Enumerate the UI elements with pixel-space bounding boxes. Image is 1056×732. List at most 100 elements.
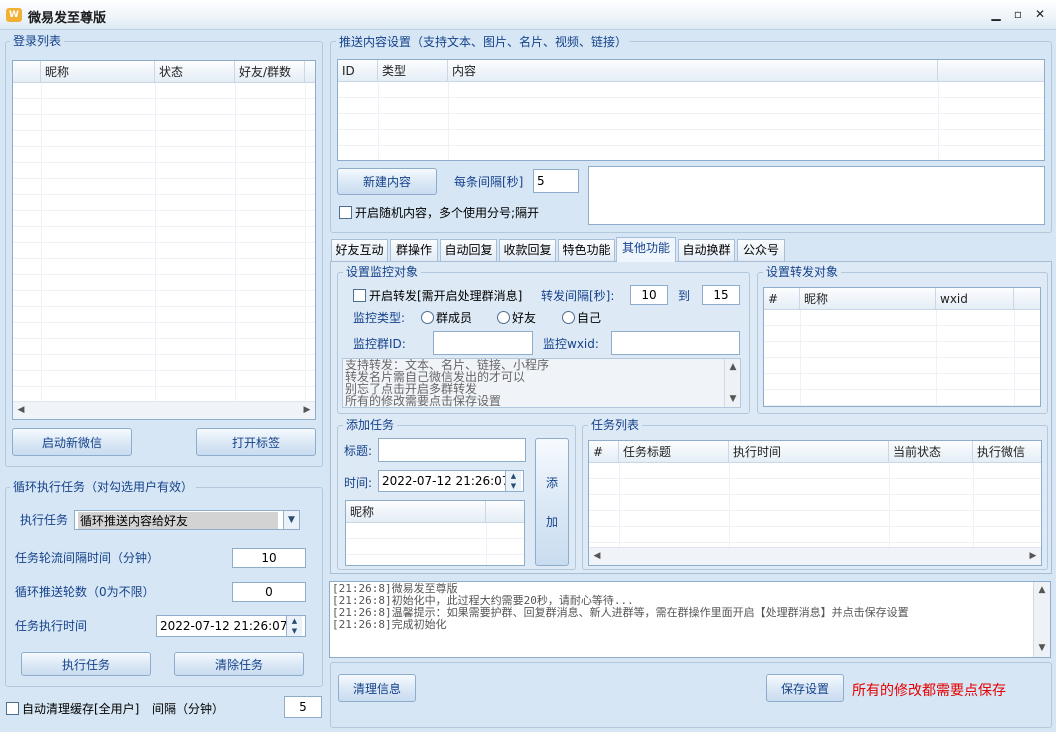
column-header-index[interactable]: # [764, 288, 800, 310]
to-label: 到 [678, 289, 691, 303]
auto-clean-interval-label: 间隔（分钟） [152, 702, 225, 716]
column-header-exec-time[interactable]: 执行时间 [729, 441, 889, 463]
task-list-table[interactable]: # 任务标题 执行时间 当前状态 执行微信 ◀ ▶ [588, 440, 1042, 566]
group-id-input[interactable] [433, 331, 533, 355]
task-time-label-2: 时间: [344, 476, 373, 490]
window-title: 微易发至尊版 [28, 11, 107, 26]
random-content-label: 开启随机内容，多个使用分号;隔开 [355, 206, 540, 220]
task-time-picker[interactable]: 2022-07-12 21:26:07 [156, 615, 306, 637]
radio-group-member[interactable] [421, 311, 434, 324]
add-task-button[interactable]: 添 加 [535, 438, 569, 566]
rounds-label: 循环推送轮数（0为不限） [15, 585, 155, 599]
column-header-status[interactable]: 状态 [155, 61, 235, 83]
push-content-title: 推送内容设置（支持文本、图片、名片、视频、链接） [336, 35, 631, 49]
column-header-exec-wechat[interactable]: 执行微信 [973, 441, 1041, 463]
interval-input[interactable]: 10 [232, 548, 306, 568]
scroll-left-icon[interactable]: ◀ [13, 402, 29, 418]
tab-auto-switch-group[interactable]: 自动换群 [678, 239, 735, 261]
column-header-index[interactable]: # [589, 441, 619, 463]
notes-scrollbar[interactable]: ▲ ▼ [724, 359, 740, 407]
monitor-title: 设置监控对象 [343, 265, 422, 279]
scroll-up-icon[interactable]: ▲ [1034, 582, 1050, 598]
column-header-current-status[interactable]: 当前状态 [889, 441, 973, 463]
log-output[interactable]: [21:26:8]微易发至尊版 [21:26:8]初始化中，此过程大约需要20秒… [329, 581, 1051, 658]
scroll-right-icon[interactable]: ▶ [299, 402, 315, 418]
scroll-up-icon[interactable]: ▲ [725, 359, 741, 375]
open-tag-button[interactable]: 打开标签 [196, 428, 316, 456]
add-task-nick-table[interactable]: 昵称 [345, 500, 525, 566]
start-new-wechat-button[interactable]: 启动新微信 [12, 428, 132, 456]
log-scrollbar[interactable]: ▲ ▼ [1033, 582, 1050, 657]
minimize-icon[interactable]: ▁ [988, 6, 1004, 22]
column-header-content[interactable]: 内容 [448, 60, 938, 82]
column-header-id[interactable]: ID [338, 60, 378, 82]
monitor-notes: 支持转发：文本、名片、链接、小程序 转发名片需自己微信发出的才可以 别忘了点击开… [342, 358, 741, 408]
monitor-type-label: 监控类型: [353, 311, 406, 325]
exec-task-button[interactable]: 执行任务 [21, 652, 151, 676]
save-hint-text: 所有的修改都需要点保存 [852, 683, 1006, 699]
column-header-task-title[interactable]: 任务标题 [619, 441, 729, 463]
login-list-table[interactable]: 昵称 状态 好友/群数 ◀ ▶ [12, 60, 316, 420]
forward-checkbox[interactable] [353, 289, 366, 302]
column-header-nickname[interactable]: 昵称 [800, 288, 936, 310]
scroll-down-icon[interactable]: ▼ [725, 391, 741, 407]
close-icon[interactable]: ✕ [1032, 6, 1048, 22]
tab-other-features[interactable]: 其他功能 [616, 237, 676, 262]
time-spinner-icon[interactable]: ▲ ▼ [286, 616, 302, 636]
each-interval-input[interactable]: 5 [533, 169, 579, 193]
loop-task-title: 循环执行任务（对勾选用户有效） [10, 480, 197, 494]
row-header-cell [13, 61, 41, 83]
forward-target-table[interactable]: # 昵称 wxid [763, 287, 1041, 407]
column-header-nickname[interactable]: 昵称 [41, 61, 155, 83]
radio-friend[interactable] [497, 311, 510, 324]
group-id-label: 监控群ID: [353, 337, 406, 351]
column-header-type[interactable]: 类型 [378, 60, 448, 82]
maximize-icon[interactable]: ▫ [1010, 6, 1026, 22]
task-horizontal-scrollbar[interactable]: ◀ ▶ [589, 547, 1041, 565]
auto-clean-interval-input[interactable]: 5 [284, 696, 322, 718]
tab-auto-reply[interactable]: 自动回复 [440, 239, 497, 261]
add-time-spinner-icon[interactable]: ▲ ▼ [505, 471, 521, 491]
scroll-right-icon[interactable]: ▶ [1025, 548, 1041, 564]
tab-friend-interaction[interactable]: 好友互动 [331, 239, 388, 261]
exec-task-select[interactable]: 循环推送内容给好友 [74, 510, 300, 530]
forward-label: 开启转发[需开启处理群消息] [369, 289, 523, 303]
column-header-friends[interactable]: 好友/群数 [235, 61, 305, 83]
clear-task-button[interactable]: 清除任务 [174, 652, 304, 676]
scroll-down-icon[interactable]: ▼ [1034, 640, 1050, 656]
forward-min-input[interactable]: 10 [630, 285, 668, 305]
task-list-title: 任务列表 [588, 418, 643, 432]
add-task-time-picker[interactable]: 2022-07-12 21:26:07 [378, 470, 524, 492]
task-title-input[interactable] [378, 438, 526, 462]
save-settings-button[interactable]: 保存设置 [766, 674, 844, 702]
radio-self[interactable] [562, 311, 575, 324]
tab-official-account[interactable]: 公众号 [737, 239, 785, 261]
each-interval-label: 每条间隔[秒] [454, 175, 524, 189]
add-task-title: 添加任务 [343, 418, 398, 432]
wxid-label: 监控wxid: [543, 337, 599, 351]
scroll-left-icon[interactable]: ◀ [589, 548, 605, 564]
radio-group-member-label: 群成员 [436, 311, 473, 325]
horizontal-scrollbar[interactable]: ◀ ▶ [13, 401, 315, 419]
rounds-input[interactable]: 0 [232, 582, 306, 602]
forward-target-title: 设置转发对象 [763, 265, 842, 279]
push-content-table[interactable]: ID 类型 内容 [337, 59, 1045, 161]
clear-info-button[interactable]: 清理信息 [338, 674, 416, 702]
content-textarea[interactable] [588, 166, 1045, 225]
forward-max-input[interactable]: 15 [702, 285, 740, 305]
wxid-input[interactable] [611, 331, 740, 355]
column-header-wxid[interactable]: wxid [936, 288, 1014, 310]
tab-special-features[interactable]: 特色功能 [558, 239, 615, 261]
column-header-nickname[interactable]: 昵称 [346, 501, 486, 523]
tab-payment-reply[interactable]: 收款回复 [499, 239, 556, 261]
app-logo-icon: W [6, 8, 22, 22]
chevron-down-icon[interactable]: ▼ [283, 511, 299, 529]
task-time-label: 任务执行时间 [15, 619, 88, 633]
tab-group-ops[interactable]: 群操作 [390, 239, 438, 261]
random-content-checkbox[interactable] [339, 206, 352, 219]
radio-friend-label: 好友 [512, 311, 537, 325]
new-content-button[interactable]: 新建内容 [337, 168, 437, 195]
auto-clean-checkbox[interactable] [6, 702, 19, 715]
auto-clean-label: 自动清理缓存[全用户] [22, 702, 140, 716]
title-bar: W 微易发至尊版 ▁ ▫ ✕ [0, 0, 1056, 30]
